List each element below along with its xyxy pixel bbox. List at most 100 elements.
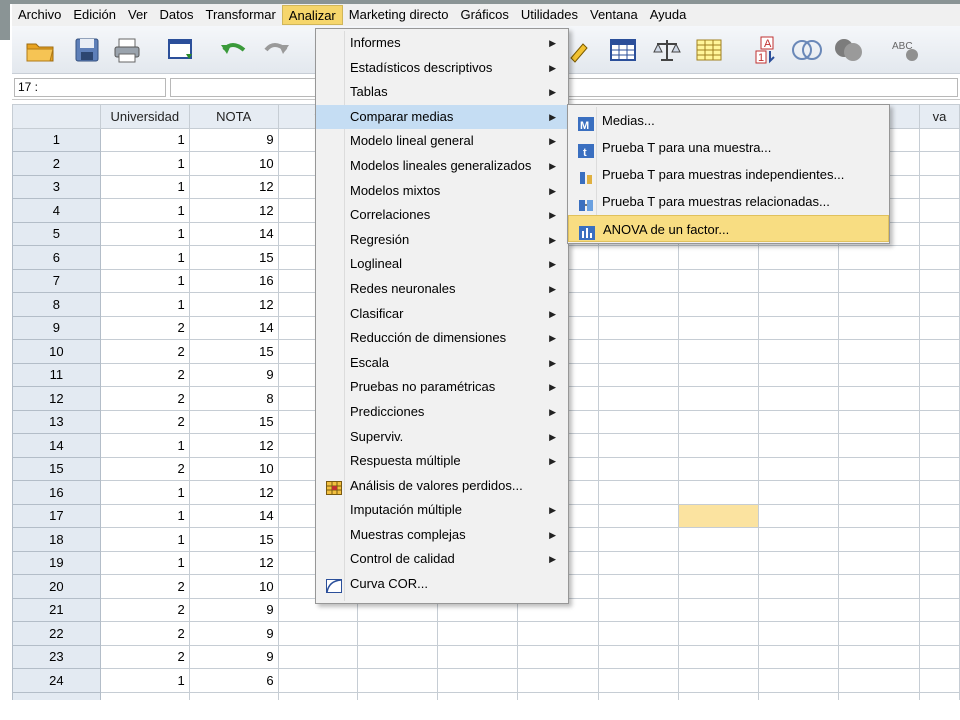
cell-universidad[interactable]: 1 <box>99 527 190 552</box>
cell-nota[interactable]: 10 <box>188 151 279 176</box>
cell-nota[interactable]: 8 <box>188 386 279 411</box>
empty-cell[interactable] <box>677 621 760 646</box>
undo-icon[interactable] <box>216 34 250 66</box>
menu-datos[interactable]: Datos <box>154 5 200 25</box>
row-header[interactable]: 17 <box>12 503 101 528</box>
empty-cell[interactable] <box>919 174 960 199</box>
redo-icon[interactable] <box>260 34 294 66</box>
empty-cell[interactable] <box>919 315 960 340</box>
empty-cell[interactable] <box>277 621 359 646</box>
empty-cell[interactable] <box>919 574 960 599</box>
empty-cell[interactable] <box>597 409 679 434</box>
empty-cell[interactable] <box>677 362 760 387</box>
row-header[interactable]: 21 <box>12 597 101 622</box>
empty-cell[interactable] <box>758 433 840 458</box>
empty-cell[interactable] <box>357 691 439 700</box>
cell-universidad[interactable]: 1 <box>99 292 190 317</box>
menu-item-regresion[interactable]: Regresión ▶ <box>316 228 568 253</box>
row-header[interactable]: 9 <box>12 315 101 340</box>
empty-cell[interactable] <box>597 268 679 293</box>
empty-cell[interactable] <box>597 503 679 528</box>
spell-check-icon[interactable]: ABC <box>888 34 922 66</box>
empty-cell[interactable] <box>919 503 960 528</box>
grid-corner[interactable] <box>12 104 101 129</box>
cell-nota[interactable]: 15 <box>188 409 279 434</box>
empty-cell[interactable] <box>838 292 920 317</box>
empty-cell[interactable] <box>597 574 679 599</box>
menu-item-reduccion-de-dimensiones[interactable]: Reducción de dimensiones ▶ <box>316 326 568 351</box>
cell-reference-field[interactable]: 17 : <box>14 78 166 97</box>
cell-universidad[interactable]: 2 <box>99 456 190 481</box>
submenu-item-medias[interactable]: M Medias... <box>568 107 889 134</box>
empty-cell[interactable] <box>758 503 840 528</box>
cell-universidad[interactable]: 1 <box>99 433 190 458</box>
data-table-icon[interactable] <box>606 34 640 66</box>
menu-item-clasificar[interactable]: Clasificar ▶ <box>316 302 568 327</box>
cell-nota[interactable]: 9 <box>188 621 279 646</box>
cell-nota[interactable]: 12 <box>188 433 279 458</box>
empty-cell[interactable] <box>597 597 679 622</box>
empty-cell[interactable] <box>758 245 840 270</box>
empty-cell[interactable] <box>517 621 599 646</box>
cell-universidad[interactable]: 1 <box>99 174 190 199</box>
empty-cell[interactable] <box>677 292 760 317</box>
row-header[interactable]: 19 <box>12 550 101 575</box>
menu-item-imputacion-multiple[interactable]: Imputación múltiple ▶ <box>316 498 568 523</box>
menu-analizar[interactable]: Analizar <box>281 5 343 25</box>
empty-cell[interactable] <box>677 668 760 693</box>
row-header[interactable]: 16 <box>12 480 101 505</box>
empty-cell[interactable] <box>919 691 960 700</box>
empty-cell[interactable] <box>677 550 760 575</box>
recall-dialog-icon[interactable] <box>164 34 198 66</box>
row-header[interactable]: 4 <box>12 198 101 223</box>
column-header-var-right[interactable]: va <box>919 104 960 129</box>
empty-cell[interactable] <box>838 503 920 528</box>
empty-cell[interactable] <box>919 527 960 552</box>
cell-nota[interactable]: 6 <box>188 668 279 693</box>
row-header[interactable]: 13 <box>12 409 101 434</box>
empty-cell[interactable] <box>919 597 960 622</box>
empty-cell[interactable] <box>919 456 960 481</box>
cell-nota[interactable]: 14 <box>188 315 279 340</box>
empty-cell[interactable] <box>919 409 960 434</box>
empty-cell[interactable] <box>758 409 840 434</box>
empty-cell[interactable] <box>517 668 599 693</box>
cell-universidad[interactable]: 2 <box>99 362 190 387</box>
empty-cell[interactable] <box>677 456 760 481</box>
empty-cell[interactable] <box>758 292 840 317</box>
cell-nota[interactable]: 9 <box>188 362 279 387</box>
empty-cell[interactable] <box>838 315 920 340</box>
empty-cell[interactable] <box>437 691 519 700</box>
menu-gráficos[interactable]: Gráficos <box>454 5 514 25</box>
empty-cell[interactable] <box>919 245 960 270</box>
menu-item-escala[interactable]: Escala ▶ <box>316 351 568 376</box>
row-header[interactable] <box>12 691 101 700</box>
empty-cell[interactable] <box>838 621 920 646</box>
empty-cell[interactable] <box>838 433 920 458</box>
cell-universidad[interactable]: 1 <box>99 198 190 223</box>
row-header[interactable]: 3 <box>12 174 101 199</box>
empty-cell[interactable] <box>597 668 679 693</box>
empty-cell[interactable] <box>188 691 279 700</box>
empty-cell[interactable] <box>517 691 599 700</box>
cell-nota[interactable]: 12 <box>188 292 279 317</box>
empty-cell[interactable] <box>838 644 920 669</box>
cell-universidad[interactable]: 1 <box>99 268 190 293</box>
empty-cell[interactable] <box>597 621 679 646</box>
value-labels-grid-icon[interactable] <box>692 34 726 66</box>
menu-item-muestras-complejas[interactable]: Muestras complejas ▶ <box>316 523 568 548</box>
cell-nota[interactable]: 9 <box>188 644 279 669</box>
empty-cell[interactable] <box>919 668 960 693</box>
menu-item-redes-neuronales[interactable]: Redes neuronales ▶ <box>316 277 568 302</box>
submenu-item-prueba-t-para-muestras-relacionadas[interactable]: Prueba T para muestras relacionadas... <box>568 188 889 215</box>
empty-cell[interactable] <box>919 292 960 317</box>
empty-cell[interactable] <box>437 621 519 646</box>
empty-cell[interactable] <box>919 151 960 176</box>
empty-cell[interactable] <box>919 480 960 505</box>
cell-nota[interactable]: 12 <box>188 174 279 199</box>
empty-cell[interactable] <box>838 691 920 700</box>
menu-item-superviv[interactable]: Superviv. ▶ <box>316 425 568 450</box>
cell-universidad[interactable]: 2 <box>99 644 190 669</box>
menu-item-modelo-lineal-general[interactable]: Modelo lineal general ▶ <box>316 129 568 154</box>
row-header[interactable]: 7 <box>12 268 101 293</box>
